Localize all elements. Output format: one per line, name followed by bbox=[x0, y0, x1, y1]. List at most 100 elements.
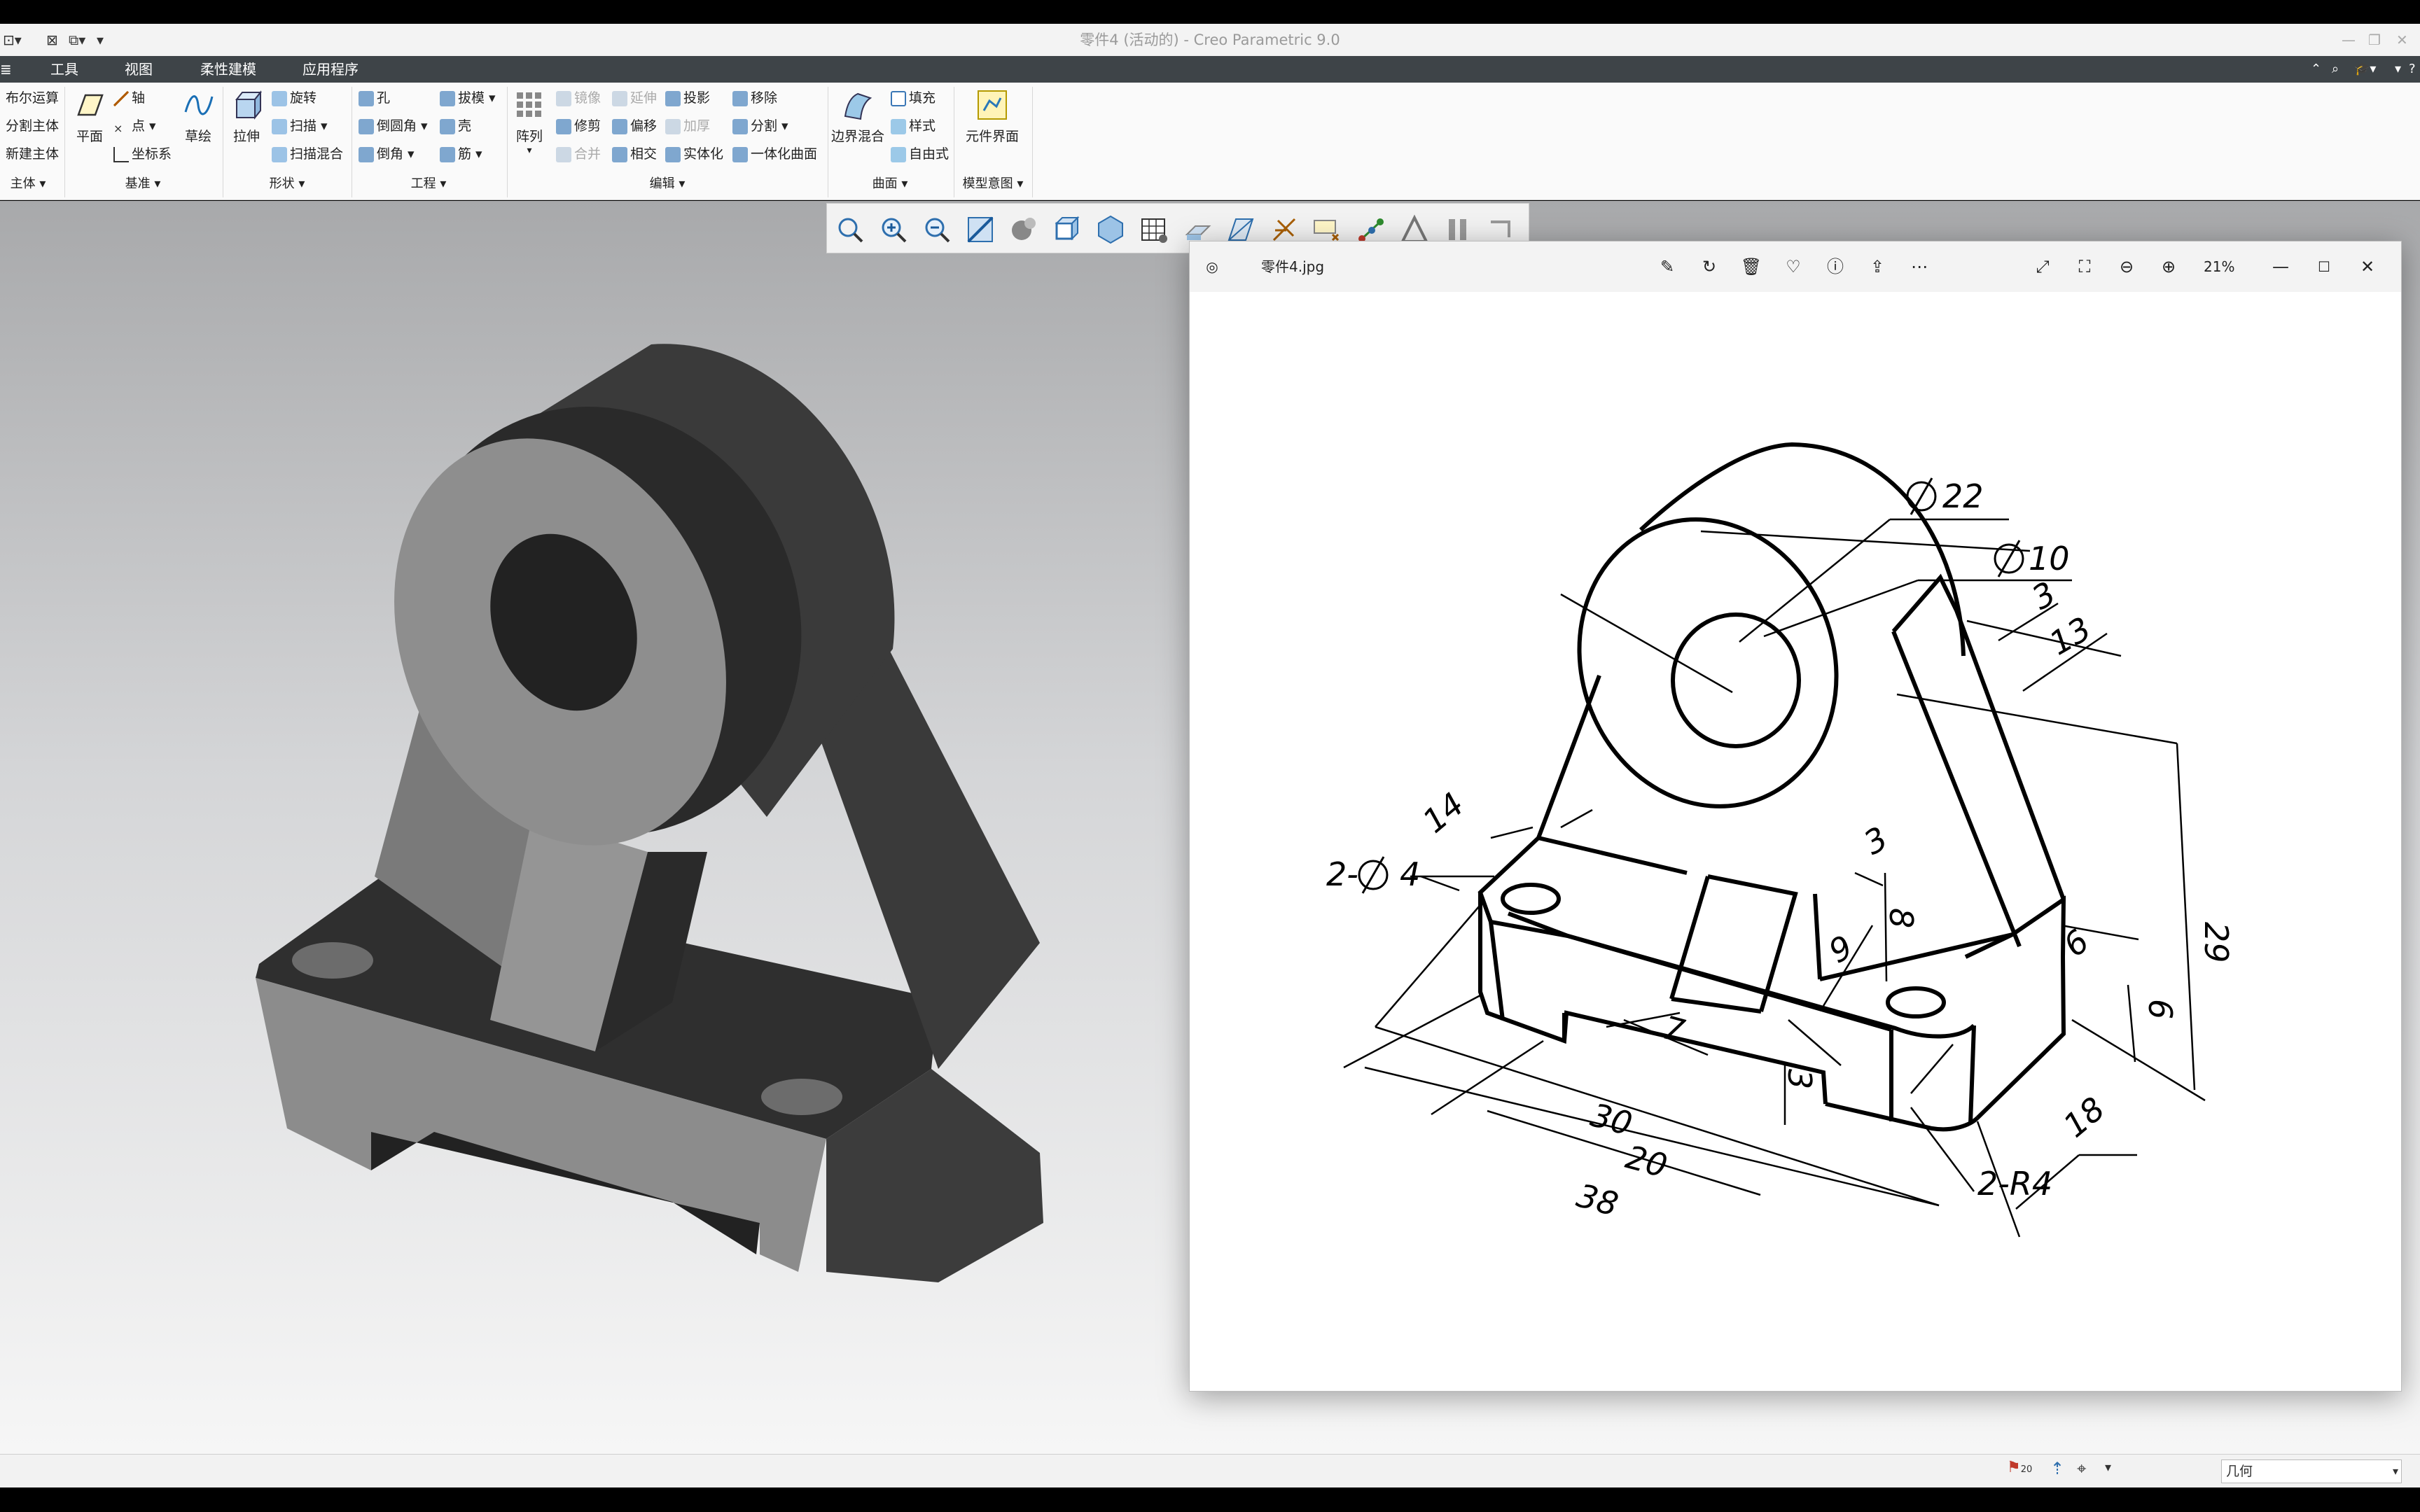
boolean-button[interactable]: 布尔运算 bbox=[6, 88, 59, 108]
project-button[interactable]: 投影 bbox=[665, 88, 710, 108]
collapse-ribbon-icon[interactable]: ⌃ bbox=[2311, 56, 2321, 83]
dim-18: 18 bbox=[2056, 1089, 2112, 1144]
view-manager-icon[interactable] bbox=[1094, 214, 1127, 246]
chevron-down-icon: ▾ bbox=[2392, 1464, 2398, 1478]
draft-button[interactable]: 拔模 ▾ bbox=[440, 88, 496, 108]
more-options-icon[interactable]: ⋯ bbox=[1907, 254, 1932, 279]
sketch-button[interactable]: 草绘 bbox=[181, 88, 216, 145]
unify-surface-button[interactable]: 一体化曲面 bbox=[732, 144, 817, 164]
fill-button[interactable]: 填充 bbox=[891, 88, 936, 108]
full-screen-icon[interactable]: ⤢ bbox=[2030, 254, 2055, 279]
search-icon[interactable]: ⌕ bbox=[2332, 56, 2339, 83]
help-icon[interactable]: ? bbox=[2409, 56, 2416, 83]
split-body-button[interactable]: 分割主体 bbox=[6, 116, 59, 136]
zoom-in-icon[interactable]: ⊕ bbox=[2156, 254, 2181, 279]
sweep-icon bbox=[272, 118, 287, 134]
round-button[interactable]: 倒圆角 ▾ bbox=[359, 116, 428, 136]
pattern-button[interactable]: 阵列 ▾ bbox=[513, 88, 546, 156]
help-dropdown-icon[interactable]: ▾ bbox=[2395, 56, 2401, 83]
boundary-blend-button[interactable]: 边界混合 bbox=[830, 88, 885, 145]
sketch-icon bbox=[184, 95, 214, 115]
component-interface-button[interactable]: 元件界面 bbox=[959, 88, 1025, 145]
offset-button[interactable]: 偏移 bbox=[612, 116, 657, 136]
remove-button[interactable]: 移除 bbox=[732, 88, 777, 108]
solidify-button[interactable]: 实体化 bbox=[665, 144, 723, 164]
restore-icon[interactable]: ❐ bbox=[2368, 24, 2381, 56]
sweep-button[interactable]: 扫描 ▾ bbox=[272, 116, 328, 136]
info-icon[interactable]: ⓘ bbox=[1823, 254, 1848, 279]
group-model-intent[interactable]: 模型意图 ▾ bbox=[957, 174, 1029, 195]
mirror-button[interactable]: 镜像 bbox=[556, 88, 601, 108]
menu-applications[interactable]: 应用程序 bbox=[302, 56, 359, 83]
dim-20: 20 bbox=[1622, 1138, 1671, 1184]
menu-flexible-modeling[interactable]: 柔性建模 bbox=[200, 56, 256, 83]
message-flag-icon[interactable]: ⚑20 bbox=[2007, 1459, 2032, 1476]
menu-tools[interactable]: 工具 bbox=[50, 56, 78, 83]
display-style-icon[interactable] bbox=[1008, 214, 1040, 246]
zoom-in-icon[interactable] bbox=[877, 214, 910, 246]
close-icon[interactable]: ✕ bbox=[2355, 254, 2380, 279]
maximize-icon[interactable]: ☐ bbox=[2311, 254, 2337, 279]
regenerate-icon[interactable]: ⇡ bbox=[2050, 1459, 2064, 1478]
shell-button[interactable]: 壳 bbox=[440, 116, 471, 136]
dim-d22: 22 bbox=[1942, 477, 1984, 515]
trim-button[interactable]: 修剪 bbox=[556, 116, 601, 136]
intersect-button[interactable]: 相交 bbox=[612, 144, 657, 164]
find-dropdown-icon[interactable]: ▾ bbox=[2105, 1460, 2111, 1475]
refit-icon[interactable] bbox=[834, 214, 866, 246]
extrude-button[interactable]: 拉伸 bbox=[228, 88, 265, 145]
thicken-button[interactable]: 加厚 bbox=[665, 116, 710, 136]
rib-button[interactable]: 筋 ▾ bbox=[440, 144, 482, 164]
split-icon bbox=[732, 118, 748, 134]
csys-button[interactable]: 坐标系 bbox=[113, 144, 172, 164]
dim-3c: 3 bbox=[1781, 1069, 1819, 1089]
draft-icon bbox=[440, 90, 455, 106]
repaint-icon[interactable] bbox=[964, 214, 996, 246]
dim-8: 8 bbox=[1882, 908, 1920, 928]
chamfer-button[interactable]: 倒角 ▾ bbox=[359, 144, 415, 164]
freestyle-button[interactable]: 自由式 bbox=[891, 144, 949, 164]
selection-filter[interactable]: 几何 ▾ bbox=[2221, 1460, 2402, 1483]
find-icon[interactable]: ⌖ bbox=[2077, 1459, 2087, 1478]
group-shape[interactable]: 形状 ▾ bbox=[225, 174, 349, 195]
share-icon[interactable]: ⇪ bbox=[1865, 254, 1890, 279]
group-engineering[interactable]: 工程 ▾ bbox=[354, 174, 503, 195]
revolve-icon bbox=[272, 90, 287, 106]
zoom-out-icon[interactable]: ⊖ bbox=[2114, 254, 2139, 279]
close-icon[interactable]: ✕ bbox=[2396, 24, 2408, 56]
solidify-icon bbox=[665, 146, 681, 162]
extend-icon bbox=[612, 90, 627, 106]
revolve-button[interactable]: 旋转 bbox=[272, 88, 317, 108]
swept-blend-button[interactable]: 扫描混合 bbox=[272, 144, 343, 164]
merge-button[interactable]: 合并 bbox=[556, 144, 601, 164]
extend-button[interactable]: 延伸 bbox=[612, 88, 657, 108]
rib-icon bbox=[440, 146, 455, 162]
minimize-icon[interactable]: — bbox=[2268, 254, 2293, 279]
delete-icon[interactable]: 🗑 bbox=[1739, 254, 1764, 279]
learning-icon[interactable]: 🎓▾ bbox=[2354, 56, 2376, 83]
menu-view[interactable]: 视图 bbox=[125, 56, 153, 83]
point-button[interactable]: × 点 ▾ bbox=[113, 116, 156, 136]
axis-button[interactable]: 轴 bbox=[113, 88, 145, 108]
dim-30: 30 bbox=[1587, 1096, 1636, 1142]
new-body-button[interactable]: 新建主体 bbox=[6, 144, 59, 164]
menu-file-edge[interactable]: ≣ bbox=[0, 56, 12, 83]
mirror-icon bbox=[556, 90, 571, 106]
plane-button[interactable]: 平面 bbox=[70, 88, 109, 145]
minimize-icon[interactable]: — bbox=[2342, 24, 2356, 56]
perspective-view-icon[interactable] bbox=[1138, 214, 1170, 246]
zoom-level[interactable]: 21% bbox=[2204, 241, 2234, 292]
group-editing[interactable]: 编辑 ▾ bbox=[510, 174, 825, 195]
group-body[interactable]: 主体 ▾ bbox=[0, 174, 56, 195]
hole-button[interactable]: 孔 bbox=[359, 88, 390, 108]
fit-window-icon[interactable]: ⛶ bbox=[2072, 254, 2097, 279]
group-surfaces[interactable]: 曲面 ▾ bbox=[830, 174, 950, 195]
zoom-out-icon[interactable] bbox=[921, 214, 953, 246]
group-datum[interactable]: 基准 ▾ bbox=[67, 174, 218, 195]
edit-image-icon[interactable]: ✎ bbox=[1655, 254, 1680, 279]
favorite-icon[interactable]: ♡ bbox=[1781, 254, 1806, 279]
style-button[interactable]: 样式 bbox=[891, 116, 936, 136]
split-button[interactable]: 分割 ▾ bbox=[732, 116, 788, 136]
saved-orientations-icon[interactable] bbox=[1051, 214, 1083, 246]
rotate-icon[interactable]: ↻ bbox=[1697, 254, 1722, 279]
